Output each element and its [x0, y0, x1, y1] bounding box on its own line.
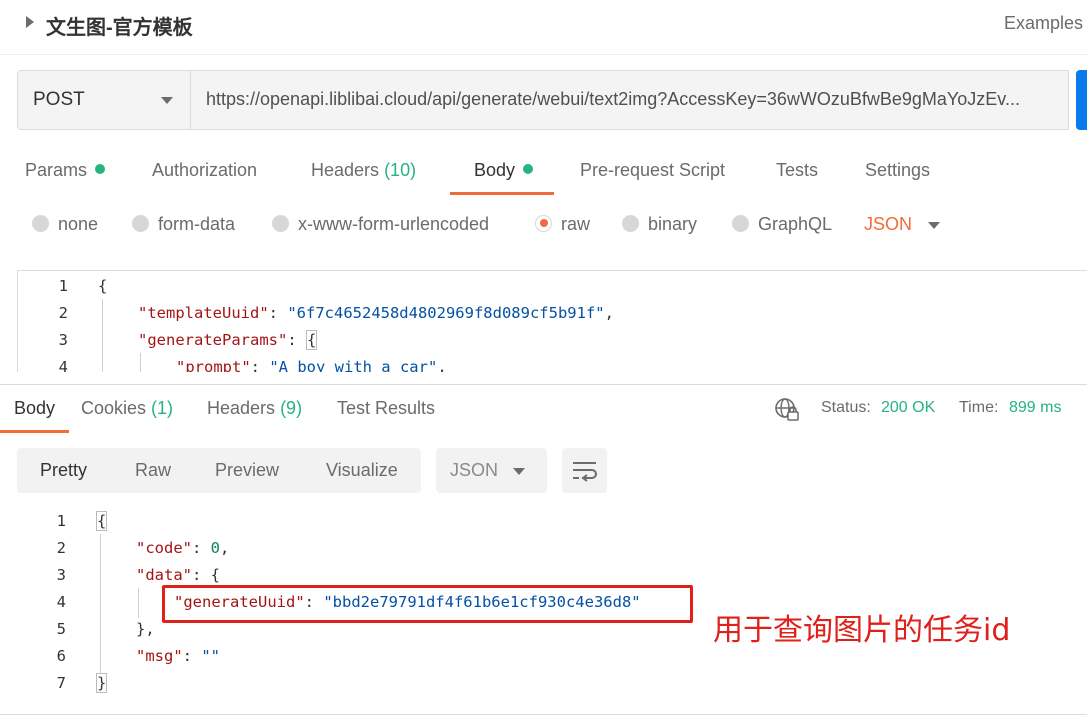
response-tab-body[interactable]: Body [14, 398, 55, 419]
wrap-lines-button[interactable] [562, 448, 607, 493]
time-label: Time: [959, 399, 999, 416]
method-label: POST [33, 89, 85, 110]
chevron-down-icon[interactable] [928, 222, 940, 229]
chevron-down-icon[interactable] [161, 97, 173, 104]
tab-authorization[interactable]: Authorization [152, 160, 257, 181]
view-raw-button[interactable]: Raw [135, 460, 171, 481]
headers-count: (10) [384, 160, 417, 180]
language-select[interactable]: JSON [864, 214, 912, 235]
active-dot-icon [523, 164, 534, 175]
radio-circle-icon [32, 214, 49, 232]
line-number: 1 [56, 512, 66, 530]
line-number: 4 [56, 593, 66, 611]
format-label: JSON [450, 460, 499, 480]
response-tab-headers[interactable]: Headers (9) [207, 398, 302, 419]
radio-form-data-label: form-data [158, 214, 236, 234]
radio-circle-icon [132, 214, 149, 232]
radio-circle-icon [732, 214, 749, 232]
radio-urlencoded[interactable]: x-www-form-urlencoded [272, 214, 489, 235]
radio-none[interactable]: none [32, 214, 98, 235]
tab-params-label: Params [25, 160, 88, 180]
radio-graphql[interactable]: GraphQL [732, 214, 832, 235]
globe-lock-icon[interactable] [774, 397, 800, 423]
view-preview-button[interactable]: Preview [215, 460, 279, 481]
request-title: 文生图-官方模板 [46, 17, 193, 39]
view-visualize-button[interactable]: Visualize [326, 460, 398, 481]
send-button[interactable] [1076, 70, 1087, 130]
indent-guide [138, 588, 139, 618]
active-tab-indicator [450, 192, 554, 195]
radio-form-data[interactable]: form-data [132, 214, 235, 235]
url-value: https://openapi.liblibai.cloud/api/gener… [206, 89, 1020, 109]
cookies-label: Cookies [81, 398, 147, 418]
status-value[interactable]: 200 OK [881, 399, 935, 417]
active-tab-indicator [0, 430, 69, 433]
code-line: "generateParams": { [138, 330, 318, 350]
line-number: 1 [58, 277, 68, 295]
header-divider [0, 54, 1087, 55]
tab-body-label: Body [474, 160, 516, 180]
code-line: "data": { [136, 566, 221, 584]
code-line: "code": 0, [136, 539, 230, 557]
headers-label: Headers [207, 398, 276, 418]
line-number: 3 [58, 331, 68, 349]
view-pretty-button[interactable]: Pretty [40, 460, 87, 481]
tab-tests[interactable]: Tests [776, 160, 818, 181]
radio-binary-label: binary [648, 214, 698, 234]
radio-raw[interactable]: raw [535, 214, 590, 235]
tab-params[interactable]: Params [25, 160, 106, 181]
bottom-divider [0, 714, 1087, 715]
time-value[interactable]: 899 ms [1009, 399, 1061, 417]
examples-button[interactable]: Examples [1004, 13, 1083, 34]
code-line: { [96, 511, 108, 531]
code-line: "msg": "" [136, 647, 221, 665]
tab-body[interactable]: Body [474, 160, 534, 181]
tab-headers-label: Headers [311, 160, 380, 180]
cookies-count: (1) [151, 398, 174, 418]
response-tab-cookies[interactable]: Cookies (1) [81, 398, 173, 419]
radio-binary[interactable]: binary [622, 214, 697, 235]
wrap-lines-icon [573, 462, 597, 482]
status-label: Status: [821, 399, 871, 416]
tab-headers[interactable]: Headers (10) [311, 160, 416, 181]
line-number: 5 [56, 620, 66, 638]
line-number: 6 [56, 647, 66, 665]
indent-guide [100, 534, 101, 674]
collapse-caret-icon[interactable] [26, 16, 34, 28]
radio-circle-icon [622, 214, 639, 232]
annotation-text: 用于查询图片的任务id [713, 613, 1011, 648]
code-line: } [96, 673, 108, 693]
radio-raw-label: raw [561, 214, 591, 234]
response-tab-test-results[interactable]: Test Results [337, 398, 435, 419]
request-body-editor[interactable]: 1 2 3 4 { "templateUuid": "6f7c4652458d4… [17, 270, 1087, 372]
line-number: 4 [58, 358, 68, 372]
radio-none-label: none [58, 214, 99, 234]
highlight-box [162, 585, 693, 623]
line-number: 2 [56, 539, 66, 557]
line-number: 2 [58, 304, 68, 322]
code-line: { [98, 277, 108, 295]
headers-count: (9) [280, 398, 303, 418]
tab-settings[interactable]: Settings [865, 160, 930, 181]
radio-urlencoded-label: x-www-form-urlencoded [298, 214, 490, 234]
indent-guide [102, 299, 103, 372]
chevron-down-icon[interactable] [513, 468, 525, 475]
tab-prerequest-script[interactable]: Pre-request Script [580, 160, 725, 181]
code-line: "templateUuid": "6f7c4652458d4802969f8d0… [138, 304, 614, 322]
line-number: 7 [56, 674, 66, 692]
code-line: "prompt": "A boy with a car", [176, 358, 447, 372]
radio-graphql-label: GraphQL [758, 214, 833, 234]
code-line: }, [136, 620, 155, 638]
active-dot-icon [95, 164, 106, 175]
line-number: 3 [56, 566, 66, 584]
radio-selected-icon [535, 214, 552, 232]
radio-circle-icon [272, 214, 289, 232]
pane-divider[interactable] [0, 384, 1087, 385]
indent-guide [140, 353, 141, 372]
